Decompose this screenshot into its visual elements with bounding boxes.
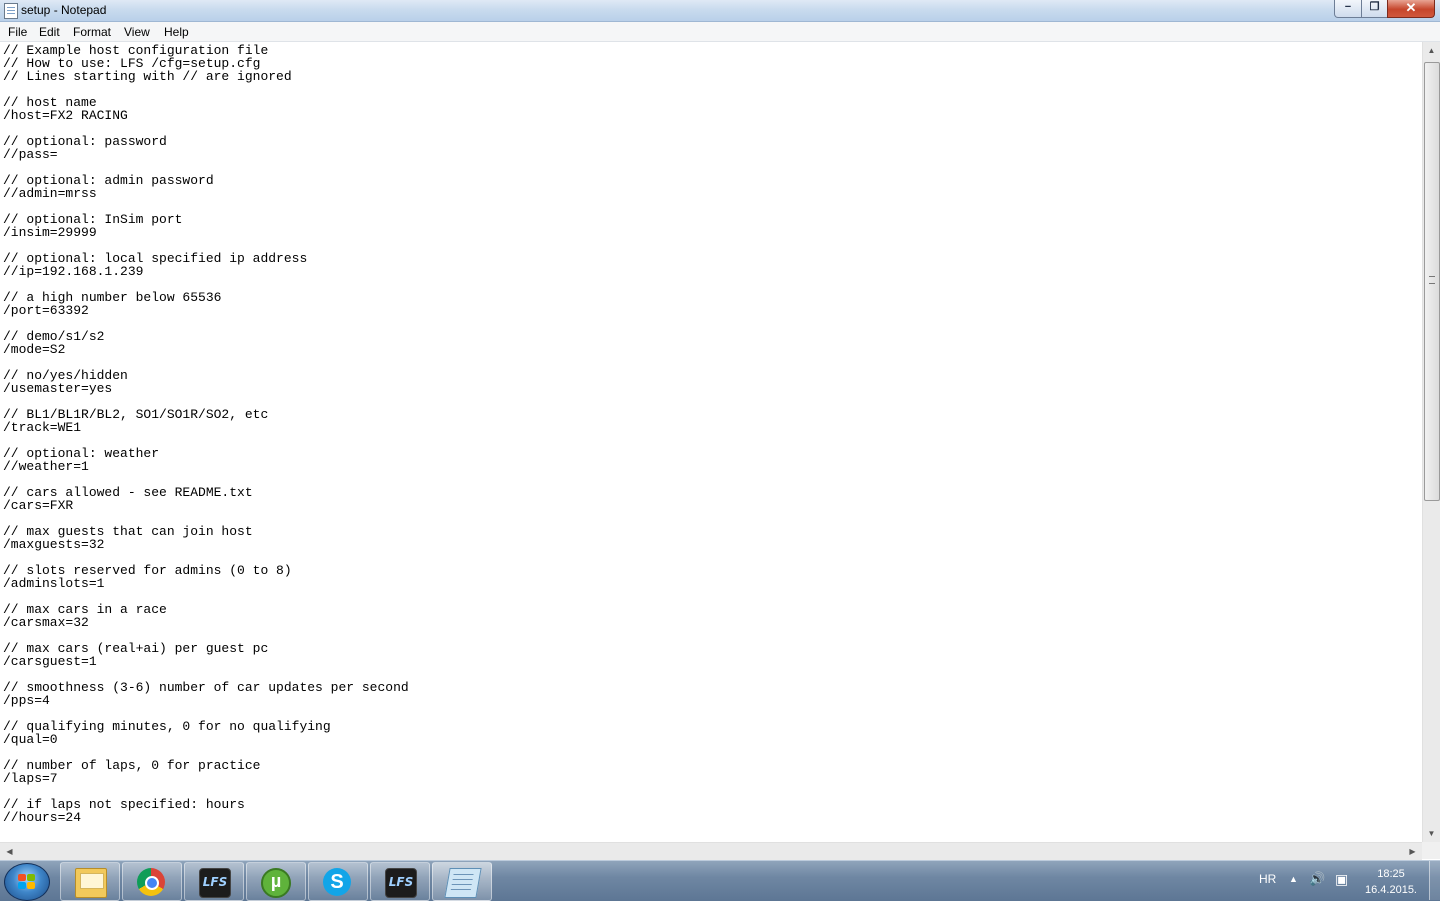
lfs-icon bbox=[199, 868, 231, 898]
windows-logo-icon bbox=[18, 874, 36, 890]
taskbar-lfs-server-button[interactable] bbox=[370, 862, 430, 901]
volume-icon[interactable]: 🔊 bbox=[1309, 871, 1325, 887]
menu-edit[interactable]: Edit bbox=[39, 25, 60, 39]
notepad-icon bbox=[444, 868, 482, 898]
show-desktop-button[interactable] bbox=[1429, 861, 1440, 900]
taskbar-utorrent-button[interactable] bbox=[246, 862, 306, 901]
restore-button[interactable]: ❐ bbox=[1361, 0, 1388, 18]
taskbar-skype-button[interactable] bbox=[308, 862, 368, 901]
scroll-right-button[interactable]: ▶ bbox=[1404, 843, 1421, 860]
vertical-scrollbar[interactable]: ▲ ▼ bbox=[1422, 42, 1440, 842]
text-editor-area[interactable]: // Example host configuration file // Ho… bbox=[0, 42, 1422, 842]
window-title: setup - Notepad bbox=[21, 3, 107, 17]
taskbar-explorer-button[interactable] bbox=[60, 862, 120, 901]
close-button[interactable]: ✕ bbox=[1387, 0, 1435, 18]
language-indicator[interactable]: HR bbox=[1259, 872, 1276, 886]
scroll-left-button[interactable]: ◀ bbox=[1, 843, 18, 860]
menu-bar: File Edit Format View Help bbox=[0, 22, 1440, 42]
network-icon[interactable]: ▣ bbox=[1335, 871, 1348, 888]
clock-time: 18:25 bbox=[1377, 868, 1405, 880]
scrollbar-corner bbox=[1422, 842, 1440, 859]
tray-expand-icon[interactable]: ▲ bbox=[1289, 874, 1298, 884]
menu-format[interactable]: Format bbox=[73, 25, 111, 39]
utorrent-icon bbox=[261, 868, 291, 898]
clock-date: 16.4.2015. bbox=[1365, 884, 1417, 896]
menu-file[interactable]: File bbox=[8, 25, 27, 39]
notepad-app-icon[interactable] bbox=[4, 3, 18, 19]
grip-icon bbox=[1429, 276, 1435, 284]
scroll-up-button[interactable]: ▲ bbox=[1423, 42, 1440, 59]
taskbar-notepad-button[interactable] bbox=[432, 862, 492, 901]
vertical-scroll-thumb[interactable] bbox=[1424, 62, 1440, 501]
document-text[interactable]: // Example host configuration file // Ho… bbox=[0, 42, 1422, 824]
lfs-icon bbox=[385, 868, 417, 898]
folder-icon bbox=[75, 868, 107, 898]
taskbar: HR ▲ 🔊 ▣ bbox=[0, 860, 1440, 901]
chrome-icon bbox=[137, 868, 165, 896]
restore-icon: ❐ bbox=[1369, 1, 1380, 13]
horizontal-scrollbar[interactable]: ◀ ▶ bbox=[0, 842, 1422, 860]
taskbar-lfs-button[interactable] bbox=[184, 862, 244, 901]
taskbar-chrome-button[interactable] bbox=[122, 862, 182, 901]
minimize-button[interactable]: − bbox=[1334, 0, 1362, 18]
start-button[interactable] bbox=[4, 863, 50, 901]
scroll-down-button[interactable]: ▼ bbox=[1423, 825, 1440, 842]
close-icon: ✕ bbox=[1405, 0, 1417, 15]
skype-icon bbox=[323, 868, 351, 896]
menu-view[interactable]: View bbox=[124, 25, 150, 39]
minimize-icon: − bbox=[1344, 1, 1352, 13]
system-clock[interactable]: 18:25 16.4.2015. bbox=[1360, 866, 1422, 898]
window-title-bar[interactable]: setup - Notepad − ❐ ✕ bbox=[0, 0, 1440, 22]
menu-help[interactable]: Help bbox=[164, 25, 189, 39]
